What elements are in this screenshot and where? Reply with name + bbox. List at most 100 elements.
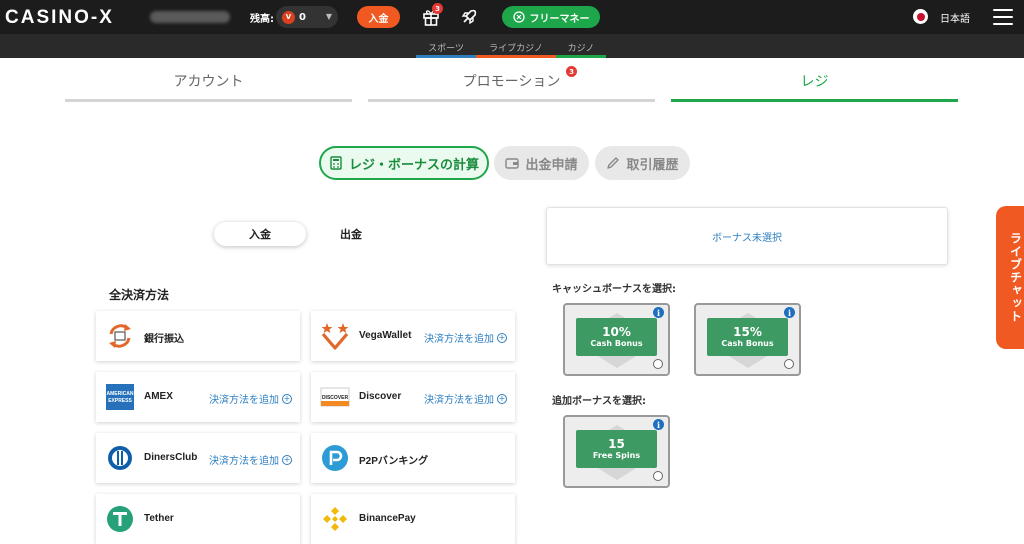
tab-cashier[interactable]: レジ	[671, 62, 958, 102]
japan-flag-icon[interactable]	[913, 9, 928, 24]
bank-transfer-icon	[105, 322, 135, 350]
free-money-button[interactable]: フリーマネー	[502, 6, 600, 28]
payment-name: P2Pバンキング	[359, 452, 428, 467]
add-payment-method-link[interactable]: 決済方法を追加+	[209, 452, 292, 467]
payment-name: VegaWallet	[359, 330, 411, 341]
add-label: 決済方法を追加	[424, 330, 494, 345]
subnav-sports[interactable]: スポーツ	[416, 41, 476, 54]
coin-icon: V	[282, 11, 295, 24]
withdraw-request-tab[interactable]: 出金申請	[494, 146, 589, 180]
cashier-bonus-calc-tab[interactable]: レジ・ボーナスの計算	[319, 146, 489, 180]
bonus-ribbon: 10% Cash Bonus	[576, 318, 657, 356]
bonus-label: Cash Bonus	[721, 339, 773, 349]
cashier-bonus-calc-label: レジ・ボーナスの計算	[349, 154, 479, 173]
bonus-radio[interactable]	[653, 471, 663, 481]
add-label: 決済方法を追加	[209, 391, 279, 406]
add-payment-method-link[interactable]: 決済方法を追加+	[424, 391, 507, 406]
withdraw-request-label: 出金申請	[525, 154, 577, 173]
bonus-label: Cash Bonus	[590, 339, 642, 349]
balance-label: 残高:	[250, 10, 274, 25]
add-label: 決済方法を追加	[209, 452, 279, 467]
username-blurred	[150, 11, 230, 23]
info-icon[interactable]: i	[784, 307, 795, 318]
free-spins-bonus-card[interactable]: 15 Free Spins i	[563, 415, 670, 488]
tab-promotion-label: プロモーション	[463, 74, 561, 90]
payment-card-tether[interactable]: Tether	[96, 494, 300, 544]
svg-text:AMERICAN: AMERICAN	[107, 391, 134, 397]
tab-promotion[interactable]: プロモーション	[368, 62, 655, 102]
payment-name: AMEX	[144, 391, 173, 402]
bonus-ribbon: 15 Free Spins	[576, 430, 657, 468]
plus-icon: +	[282, 455, 292, 465]
transaction-history-label: 取引履歴	[626, 154, 678, 173]
svg-text:EXPRESS: EXPRESS	[108, 398, 132, 404]
subnav-sports-underline	[416, 55, 476, 58]
bonus-radio[interactable]	[784, 359, 794, 369]
subnav-casino[interactable]: カジノ	[556, 41, 606, 54]
info-icon[interactable]: i	[653, 419, 664, 430]
tab-cashier-underline	[671, 99, 958, 102]
tab-promotion-underline	[368, 99, 655, 102]
payment-name: BinancePay	[359, 513, 416, 524]
plus-icon: +	[282, 394, 292, 404]
cash-bonus-card[interactable]: 15% Cash Bonus i	[694, 303, 801, 376]
deposit-button[interactable]: 入金	[357, 6, 400, 28]
info-icon[interactable]: i	[653, 307, 664, 318]
top-bar: CASINO-X 残高: V 0 ▼ 入金 3 フリーマネー 日本語	[0, 0, 1024, 34]
language-selector[interactable]: 日本語	[940, 10, 970, 25]
tab-account-underline	[65, 99, 352, 102]
menu-icon[interactable]	[993, 9, 1013, 25]
tether-icon	[105, 505, 135, 533]
withdraw-toggle[interactable]: 出金	[318, 222, 384, 246]
plus-icon: +	[497, 333, 507, 343]
amex-icon: AMERICAN EXPRESS	[105, 383, 135, 411]
free-money-label: フリーマネー	[530, 10, 590, 25]
add-payment-method-link[interactable]: 決済方法を追加+	[209, 391, 292, 406]
chevron-down-icon: ▼	[326, 12, 332, 21]
payment-card-amex[interactable]: AMERICAN EXPRESS AMEX 決済方法を追加+	[96, 372, 300, 422]
tab-account-label: アカウント	[174, 74, 244, 90]
p2p-icon	[320, 444, 350, 472]
plus-icon: +	[497, 394, 507, 404]
main-tabs: アカウント プロモーション 3 レジ	[0, 62, 1024, 102]
payment-card-dinersclub[interactable]: DinersClub 決済方法を追加+	[96, 433, 300, 483]
rocket-icon[interactable]	[459, 7, 479, 27]
bonus-ribbon: 15% Cash Bonus	[707, 318, 788, 356]
dinersclub-icon	[105, 444, 135, 472]
payment-methods-title: 全決済方法	[109, 286, 169, 303]
add-payment-method-link[interactable]: 決済方法を追加+	[424, 330, 507, 345]
discover-icon: DISCOVER	[320, 383, 350, 411]
subnav-casino-underline	[556, 55, 606, 58]
payment-card-bank-transfer[interactable]: 銀行振込	[96, 311, 300, 361]
live-chat-button[interactable]: ライブチャット	[996, 206, 1024, 349]
subnav-live-casino[interactable]: ライブカジノ	[476, 41, 556, 54]
deposit-toggle[interactable]: 入金	[214, 222, 306, 246]
subnav-live-casino-underline	[476, 55, 556, 58]
extra-bonus-title: 追加ボーナスを選択:	[552, 392, 646, 407]
bonus-value: 15	[608, 438, 625, 451]
live-chat-label: ライブチャット	[1008, 232, 1024, 323]
balance-dropdown[interactable]: V 0 ▼	[276, 6, 338, 28]
cash-bonus-title: キャッシュボーナスを選択:	[552, 280, 676, 295]
bonus-radio[interactable]	[653, 359, 663, 369]
casino-logo[interactable]: CASINO-X	[5, 7, 114, 29]
payment-card-discover[interactable]: DISCOVER Discover 決済方法を追加+	[311, 372, 515, 422]
no-bonus-selected-box: ボーナス未選択	[546, 207, 948, 265]
svg-text:DISCOVER: DISCOVER	[322, 395, 349, 401]
tab-account[interactable]: アカウント	[65, 62, 352, 102]
transaction-history-tab[interactable]: 取引履歴	[595, 146, 690, 180]
vegawallet-icon	[320, 322, 350, 350]
payment-card-p2p[interactable]: P2Pバンキング	[311, 433, 515, 483]
gift-badge: 3	[432, 3, 443, 14]
bonus-value: 15%	[733, 326, 762, 339]
calculator-icon	[329, 156, 343, 170]
add-label: 決済方法を追加	[424, 391, 494, 406]
payment-name: Tether	[144, 513, 174, 524]
payment-name: 銀行振込	[144, 330, 184, 345]
no-bonus-selected-text: ボーナス未選択	[712, 229, 782, 244]
payment-card-vegawallet[interactable]: VegaWallet 決済方法を追加+	[311, 311, 515, 361]
bonus-value: 10%	[602, 326, 631, 339]
cash-bonus-card[interactable]: 10% Cash Bonus i	[563, 303, 670, 376]
payment-card-binancepay[interactable]: BinancePay	[311, 494, 515, 544]
promotion-badge: 3	[566, 66, 577, 77]
